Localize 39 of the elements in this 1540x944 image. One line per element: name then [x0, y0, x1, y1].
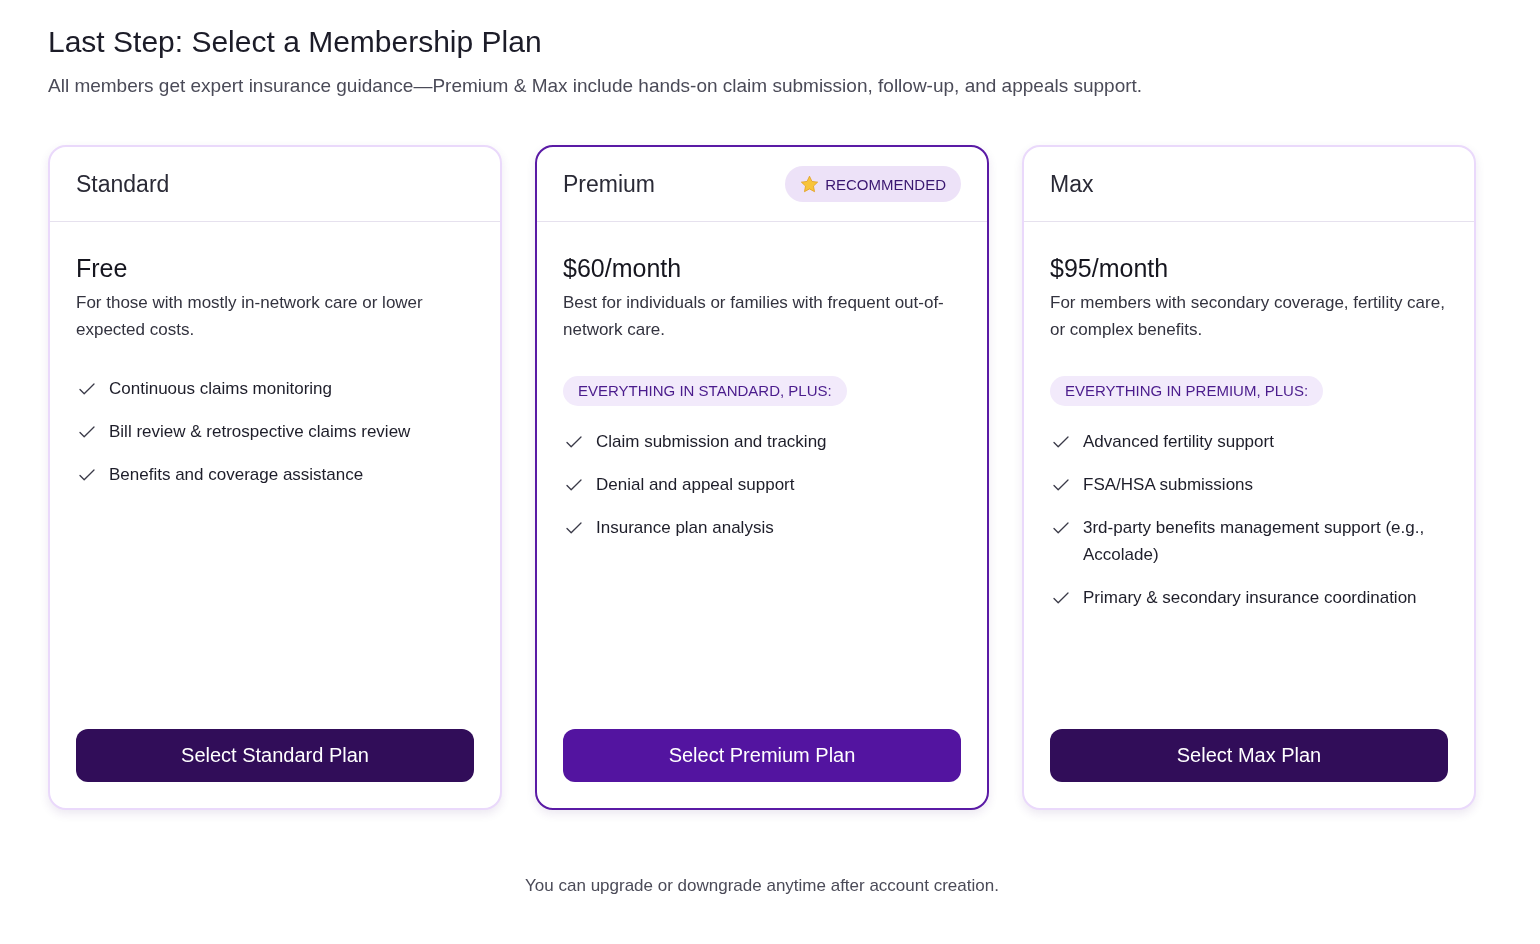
footer-note: You can upgrade or downgrade anytime after account creation.	[524, 875, 1000, 897]
feature-text: FSA/HSA submissions	[1083, 474, 1254, 496]
feature-text: Primary & secondary insurance coordination	[1083, 587, 1417, 609]
plan-name: Max	[1050, 170, 1094, 198]
check-icon	[1053, 592, 1069, 604]
feature-text: Denial and appeal support	[596, 474, 795, 496]
check-icon	[566, 436, 582, 448]
includes-label: EVERYTHING IN PREMIUM, PLUS:	[1050, 376, 1324, 406]
check-icon	[1053, 436, 1069, 448]
select-plan-button[interactable]: Select Standard Plan	[76, 729, 474, 782]
plan-name: Standard	[76, 170, 170, 198]
plan-price: $60/month	[563, 253, 683, 284]
plan-price: $95/month	[1050, 253, 1170, 284]
plan-description: Best for individuals or families with frequent out-of-network care.	[563, 292, 945, 341]
plan-price: Free	[76, 253, 129, 284]
feature-text: Continuous claims monitoring	[109, 378, 332, 400]
badge-label: RECOMMENDED	[825, 175, 946, 193]
feature-text: Insurance plan analysis	[596, 517, 774, 539]
check-icon	[79, 469, 95, 481]
check-icon	[79, 426, 95, 438]
check-icon	[79, 383, 95, 395]
feature-text: 3rd-party benefits management support (e.g., Accolade)	[1083, 517, 1426, 566]
check-icon	[1053, 479, 1069, 491]
feature-text: Benefits and coverage assistance	[109, 464, 364, 486]
includes-label: EVERYTHING IN STANDARD, PLUS:	[563, 376, 847, 406]
star-icon	[800, 174, 820, 194]
page-subtitle: All members get expert insurance guidance—Premium & Max include hands-on claim submission, follow-up, and appeals support.	[48, 74, 1144, 98]
select-plan-button[interactable]: Select Max Plan	[1050, 729, 1448, 782]
plan-description: For those with mostly in-network care or lower expected costs.	[76, 292, 424, 341]
feature-text: Bill review & retrospective claims review	[109, 421, 411, 443]
check-icon	[566, 522, 582, 534]
feature-text: Advanced fertility support	[1083, 431, 1274, 453]
plan-description: For members with secondary coverage, fertility care, or complex benefits.	[1050, 292, 1446, 341]
page-title: Last Step: Select a Membership Plan	[48, 24, 543, 60]
select-plan-button[interactable]: Select Premium Plan	[563, 729, 961, 782]
check-icon	[1053, 522, 1069, 534]
check-icon	[566, 479, 582, 491]
feature-text: Claim submission and tracking	[596, 431, 827, 453]
plan-name: Premium	[563, 170, 655, 198]
